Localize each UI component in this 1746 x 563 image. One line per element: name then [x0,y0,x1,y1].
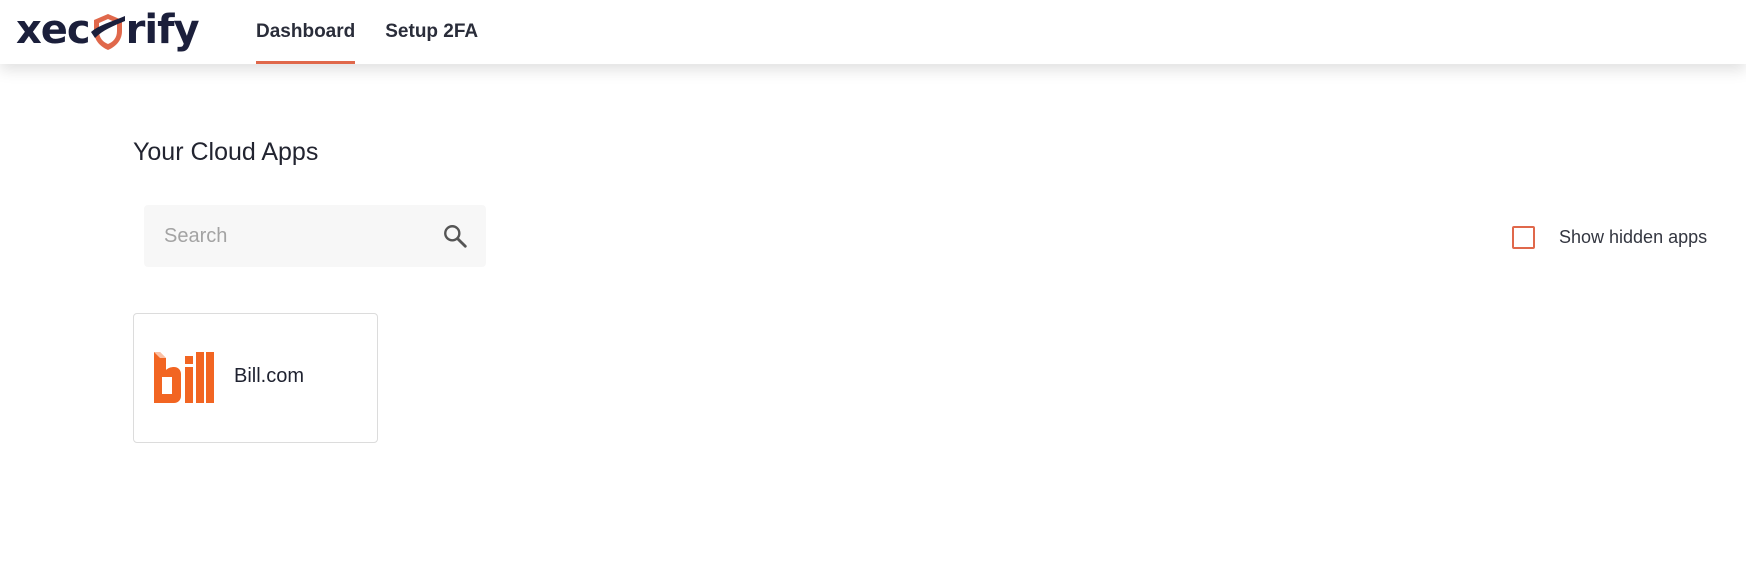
show-hidden-apps-toggle[interactable]: Show hidden apps [1512,224,1707,250]
app-name: Bill.com [234,365,305,387]
tab-dashboard-label: Dashboard [256,21,356,42]
tab-dashboard[interactable]: Dashboard [256,0,356,64]
search-icon[interactable] [442,223,468,249]
shield-icon [90,14,125,50]
tab-setup-2fa[interactable]: Setup 2FA [385,0,478,64]
xecurify-logo[interactable]: xec rify [16,6,200,54]
show-hidden-apps-checkbox[interactable] [1512,225,1535,249]
search-box [144,205,486,267]
main-nav: Dashboard Setup 2FA [256,0,508,64]
show-hidden-apps-label: Show hidden apps [1559,226,1708,247]
app-card-bill[interactable]: Bill.com [133,313,378,443]
search-input[interactable] [144,205,434,267]
logo-text-right: rify [125,7,200,53]
page-title: Your Cloud Apps [133,138,319,166]
main-content: Your Cloud Apps Show hidden apps Bill.co… [0,64,1746,563]
bill-logo [154,352,214,403]
top-navigation-bar: xec rify Dashboard Setup 2FA [0,0,1746,64]
tab-setup-2fa-label: Setup 2FA [385,21,479,42]
logo-text-left: xec [16,7,91,53]
